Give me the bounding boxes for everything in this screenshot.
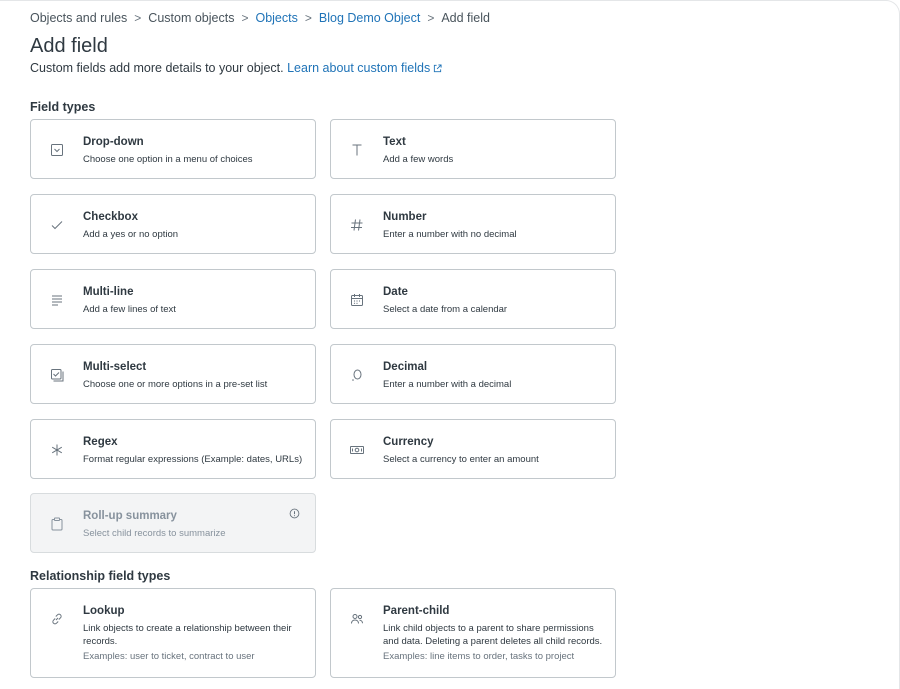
field-type-name: Multi-select <box>83 361 147 373</box>
field-type-desc: Choose one option in a menu of choices <box>83 154 253 165</box>
field-type-card-multi-line[interactable]: Multi-line Add a few lines of text <box>30 269 316 329</box>
relationship-name: Lookup <box>83 605 125 617</box>
asterisk-icon <box>51 444 63 456</box>
field-type-card-roll-up-summary: Roll-up summary Select child records to … <box>30 493 316 553</box>
field-type-name: Checkbox <box>83 211 138 223</box>
field-type-card-date[interactable]: Date Select a date from a calendar <box>330 269 616 329</box>
page-title: Add field <box>30 35 108 57</box>
field-type-desc: Choose one or more options in a pre-set … <box>83 379 268 390</box>
page-subtitle: Custom fields add more details to your o… <box>30 61 442 75</box>
relationship-field-types-heading: Relationship field types <box>30 569 171 583</box>
checkmark-icon <box>51 221 63 230</box>
info-icon[interactable] <box>289 508 300 519</box>
calendar-icon <box>351 294 363 306</box>
chevron-right-icon: > <box>427 11 435 25</box>
field-type-desc: Enter a number with no decimal <box>383 229 517 240</box>
relationship-card-lookup[interactable]: Lookup Link objects to create a relation… <box>30 588 316 678</box>
field-type-card-regex[interactable]: Regex Format regular expressions (Exampl… <box>30 419 316 479</box>
field-type-desc: Format regular expressions (Example: dat… <box>83 454 303 465</box>
chevron-right-icon: > <box>134 11 142 25</box>
subtitle-text: Custom fields add more details to your o… <box>30 61 284 75</box>
field-type-card-currency[interactable]: Currency Select a currency to enter an a… <box>330 419 616 479</box>
field-type-desc: Select child records to summarize <box>83 528 226 539</box>
field-type-desc: Select a date from a calendar <box>383 304 508 315</box>
breadcrumb-objects[interactable]: Objects <box>255 11 297 25</box>
field-type-name: Regex <box>83 436 118 448</box>
lines-icon <box>52 295 62 306</box>
field-type-name: Text <box>383 136 406 148</box>
field-type-name: Date <box>383 286 408 298</box>
decimal-icon <box>352 369 362 381</box>
clipboard-icon <box>51 517 63 531</box>
relationship-desc: Link child objects to a parent to share … <box>383 623 603 647</box>
text-icon <box>352 144 362 156</box>
breadcrumb: Objects and rules > Custom objects > Obj… <box>30 11 490 25</box>
field-type-desc: Add a yes or no option <box>83 229 179 240</box>
relationship-example: Examples: user to ticket, contract to us… <box>83 651 255 662</box>
field-type-desc: Enter a number with a decimal <box>383 379 512 390</box>
relationship-desc: Link objects to create a relationship be… <box>83 623 292 647</box>
field-type-card-number[interactable]: Number Enter a number with no decimal <box>330 194 616 254</box>
field-type-name: Roll-up summary <box>83 510 177 522</box>
learn-link-label: Learn about custom fields <box>287 61 431 75</box>
field-type-card-decimal[interactable]: Decimal Enter a number with a decimal <box>330 344 616 404</box>
breadcrumb-objects-and-rules[interactable]: Objects and rules <box>30 11 127 25</box>
field-type-desc: Add a few words <box>383 154 454 165</box>
external-link-icon <box>434 64 442 73</box>
field-type-card-dropdown[interactable]: Drop-down Choose one option in a menu of… <box>30 119 316 179</box>
field-type-name: Decimal <box>383 361 428 373</box>
field-type-name: Number <box>383 211 427 223</box>
field-types-heading: Field types <box>30 100 96 114</box>
banknote-icon <box>350 446 364 454</box>
field-type-name: Multi-line <box>83 286 134 298</box>
breadcrumb-blog-demo-object[interactable]: Blog Demo Object <box>319 11 420 25</box>
field-type-desc: Select a currency to enter an amount <box>383 454 539 465</box>
relationship-card-parent-child[interactable]: Parent-child Link child objects to a par… <box>330 588 616 678</box>
field-type-card-multi-select[interactable]: Multi-select Choose one or more options … <box>30 344 316 404</box>
hash-icon <box>351 219 363 231</box>
breadcrumb-add-field: Add field <box>441 11 490 25</box>
breadcrumb-custom-objects[interactable]: Custom objects <box>148 11 234 25</box>
field-type-name: Currency <box>383 436 434 448</box>
field-type-desc: Add a few lines of text <box>83 304 176 315</box>
page-frame: Objects and rules > Custom objects > Obj… <box>0 0 900 689</box>
field-type-name: Drop-down <box>83 136 144 148</box>
users-icon <box>351 614 363 624</box>
chevron-right-icon: > <box>241 11 249 25</box>
field-type-card-text[interactable]: Text Add a few words <box>330 119 616 179</box>
relationship-name: Parent-child <box>383 605 450 617</box>
learn-about-custom-fields-link[interactable]: Learn about custom fields <box>287 61 442 75</box>
multiselect-icon <box>51 369 64 382</box>
dropdown-icon <box>51 144 63 156</box>
field-type-card-checkbox[interactable]: Checkbox Add a yes or no option <box>30 194 316 254</box>
chevron-right-icon: > <box>304 11 312 25</box>
relationship-example: Examples: line items to order, tasks to … <box>383 651 575 662</box>
link-icon <box>52 613 62 625</box>
